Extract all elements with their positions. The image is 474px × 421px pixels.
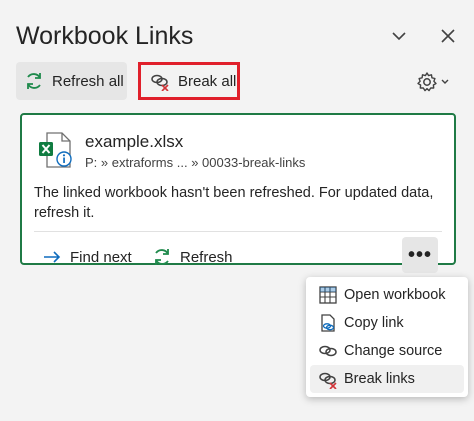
find-next-button[interactable]: Find next <box>42 245 132 269</box>
change-source-icon <box>318 341 338 361</box>
chevron-down-icon <box>441 79 449 84</box>
collapse-pane-button[interactable] <box>385 22 413 50</box>
close-icon <box>441 29 455 43</box>
file-path: P: » extraforms ... » 00033-break-links <box>85 155 306 170</box>
chevron-down-icon <box>392 32 406 41</box>
excel-file-icon <box>39 132 72 168</box>
refresh-all-button[interactable]: Refresh all <box>16 62 127 100</box>
status-message: The linked workbook hasn't been refreshe… <box>34 185 434 221</box>
arrow-right-icon <box>44 251 61 263</box>
menu-item-open-workbook[interactable]: Open workbook <box>310 281 464 309</box>
break-link-icon <box>318 369 338 389</box>
menu-item-label: Open workbook <box>344 287 446 303</box>
divider <box>34 231 442 232</box>
break-link-icon <box>151 74 169 91</box>
more-options-button[interactable]: ••• <box>402 237 438 273</box>
copy-link-icon <box>318 313 338 333</box>
open-workbook-icon <box>318 285 338 305</box>
refresh-icon <box>155 249 169 265</box>
refresh-icon <box>27 73 41 89</box>
menu-item-label: Copy link <box>344 315 404 331</box>
break-all-button[interactable]: Break all <box>138 62 240 100</box>
refresh-label: Refresh <box>180 248 233 266</box>
menu-item-label: Change source <box>344 343 443 359</box>
close-pane-button[interactable] <box>434 22 462 50</box>
menu-item-change-source[interactable]: Change source <box>310 337 464 365</box>
link-context-menu: Open workbook Copy link Change source Br… <box>306 277 468 397</box>
pane-title: Workbook Links <box>16 22 194 50</box>
refresh-button[interactable]: Refresh <box>152 245 233 269</box>
menu-item-label: Break links <box>344 371 415 387</box>
find-next-label: Find next <box>70 248 132 266</box>
break-all-label: Break all <box>178 72 237 90</box>
file-name: example.xlsx <box>85 132 184 151</box>
refresh-all-label: Refresh all <box>52 72 124 90</box>
menu-item-copy-link[interactable]: Copy link <box>310 309 464 337</box>
settings-button[interactable] <box>416 68 456 96</box>
more-options-icon: ••• <box>407 243 432 266</box>
gear-icon <box>417 72 437 92</box>
menu-item-break-links[interactable]: Break links <box>310 365 464 393</box>
workbook-link-card[interactable]: example.xlsx P: » extraforms ... » 00033… <box>20 113 456 273</box>
